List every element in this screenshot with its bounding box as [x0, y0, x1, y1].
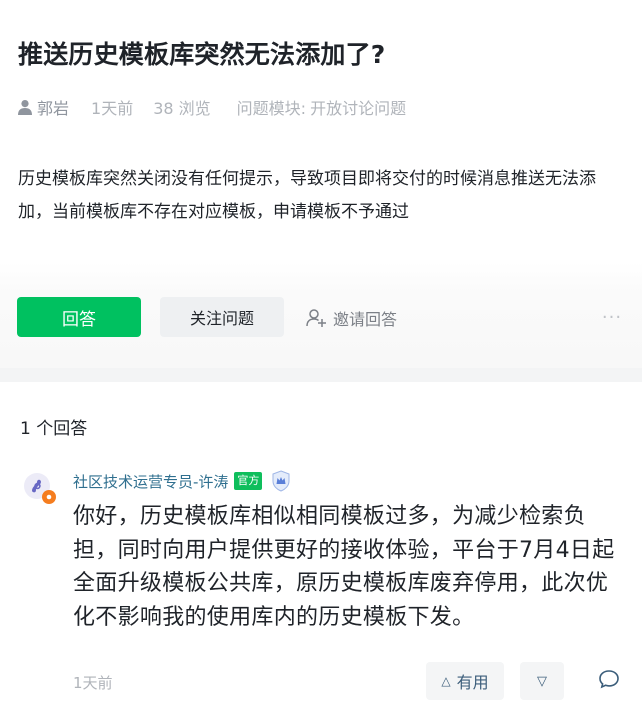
downvote-button[interactable]: ▽ — [520, 662, 564, 700]
comment-button[interactable] — [596, 668, 622, 694]
module-label: 问题模块: — [236, 99, 307, 118]
useful-button[interactable]: △ 有用 — [426, 662, 504, 700]
user-icon — [17, 99, 33, 115]
answerer-name[interactable]: 社区技术运营专员-许涛 — [73, 471, 228, 492]
shield-crown-icon — [271, 470, 291, 492]
invite-label: 邀请回答 — [333, 310, 398, 329]
answer-button[interactable]: 回答 — [17, 297, 141, 337]
question-meta: 郭岩 1天前 38 浏览 问题模块: 开放讨论问题 — [17, 96, 406, 118]
question-author[interactable]: 郭岩 — [37, 95, 69, 119]
invite-answer-button[interactable]: 邀请回答 — [305, 305, 397, 331]
question-time: 1天前 — [91, 99, 134, 118]
answerer-avatar[interactable] — [22, 471, 60, 509]
down-triangle-icon: ▽ — [537, 673, 547, 689]
comment-bubble-icon — [597, 667, 621, 695]
more-options-button[interactable]: ··· — [600, 306, 624, 328]
answer-time: 1天前 — [73, 674, 113, 692]
section-divider — [0, 368, 642, 382]
official-badge: 官方 — [234, 472, 263, 490]
answerer-info: 社区技术运营专员-许涛 官方 — [73, 470, 291, 492]
up-triangle-icon: △ — [441, 674, 451, 688]
follow-question-button[interactable]: 关注问题 — [160, 297, 284, 337]
add-user-icon — [305, 307, 327, 329]
answers-count: 1 个回答 — [20, 419, 88, 439]
question-body: 历史模板库突然关闭没有任何提示，导致项目即将交付的时候消息推送无法添加，当前模板… — [18, 169, 596, 222]
module-value[interactable]: 开放讨论问题 — [310, 95, 406, 119]
answer-footer: 1天前 △ 有用 ▽ — [0, 662, 642, 702]
useful-label: 有用 — [456, 673, 489, 692]
question-title: 推送历史模板库突然无法添加了? — [18, 40, 386, 69]
answer-body: 你好，历史模板库相似相同模板过多，为减少检索负担，同时向用户提供更好的接收体验，… — [73, 504, 615, 630]
question-views: 38 浏览 — [153, 99, 211, 118]
